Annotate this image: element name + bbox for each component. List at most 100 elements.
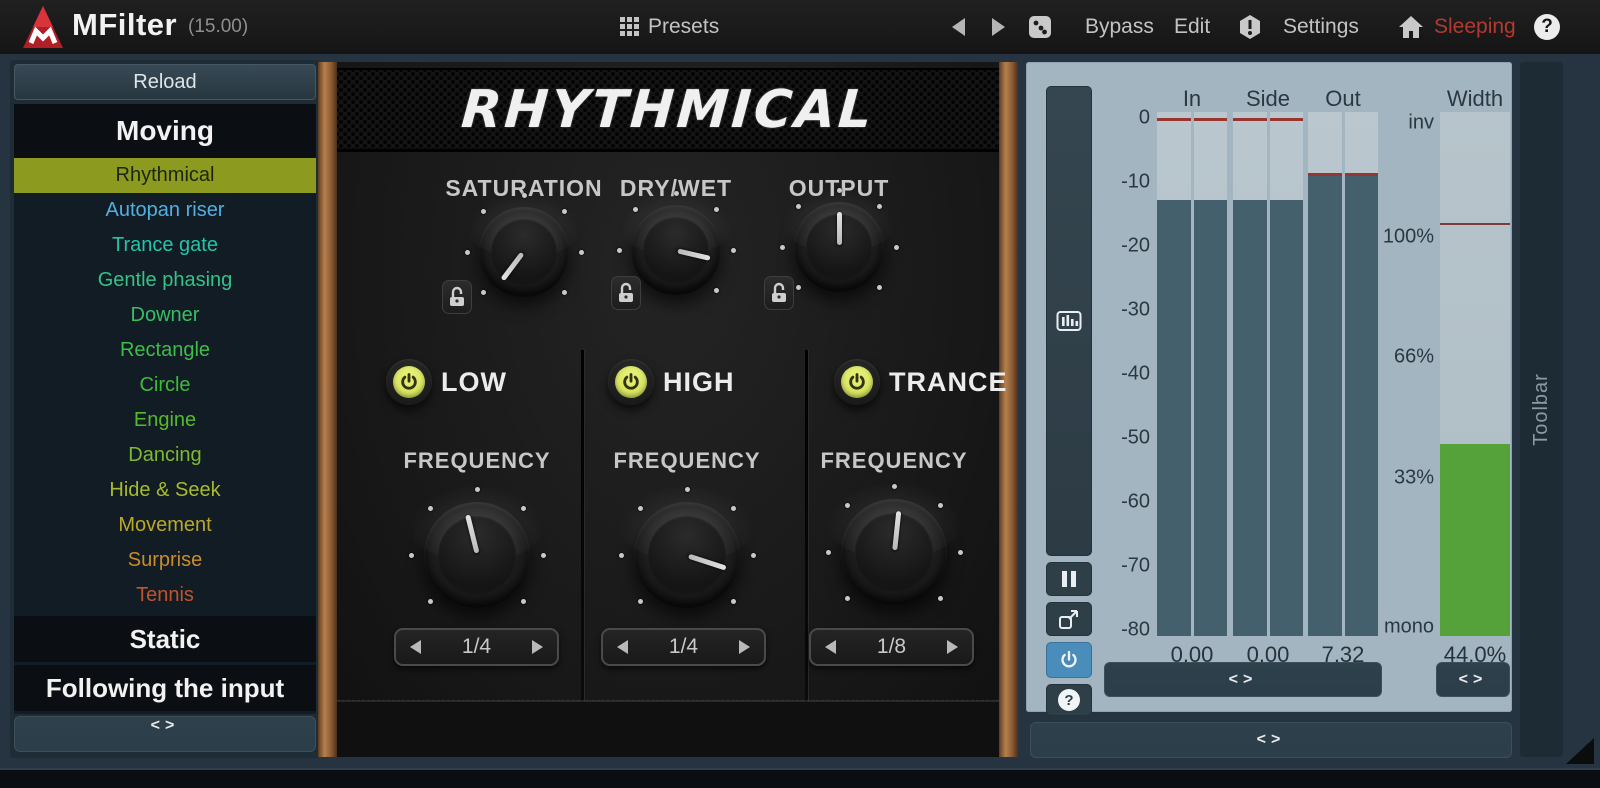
knob-tick-dot — [894, 245, 899, 250]
preset-item-gentle-phasing[interactable]: Gentle phasing — [14, 263, 316, 298]
toolbar-strip[interactable]: Toolbar — [1520, 62, 1563, 757]
device-panel: RHYTHMICAL SATURATION DRY/WET OUTPUT — [318, 62, 1018, 757]
meter-panel: ? 0-10-20-30-40-50-60-70-80 Width inv100… — [1026, 62, 1512, 712]
knob-tick-dot — [409, 553, 414, 558]
knob-pointer — [688, 553, 727, 570]
meter-value-out[interactable]: 7.32 — [1298, 642, 1388, 668]
trance-band-label: TRANCE — [889, 359, 1008, 405]
warning-icon[interactable] — [1238, 14, 1262, 40]
trance-power-button[interactable] — [834, 359, 880, 405]
db-tick-label: -60 — [1121, 490, 1150, 513]
high-rate-stepper: 1/4 — [601, 628, 766, 666]
width-tick-mono: mono — [1384, 615, 1434, 638]
saturation-lock-icon[interactable] — [442, 280, 472, 314]
low-frequency-knob[interactable] — [424, 502, 530, 608]
high-rate-next-icon[interactable] — [739, 640, 750, 654]
db-tick-label: -10 — [1121, 171, 1150, 194]
db-tick-label: -80 — [1121, 618, 1150, 641]
db-tick-label: -70 — [1121, 554, 1150, 577]
preset-item-rectangle[interactable]: Rectangle — [14, 333, 316, 368]
low-rate-stepper: 1/4 — [394, 628, 559, 666]
sidebar-scrollbar[interactable]: <> — [14, 716, 316, 752]
db-tick-label: -20 — [1121, 235, 1150, 258]
meter-group-label: Out — [1308, 86, 1378, 112]
preset-item-tennis[interactable]: Tennis — [14, 578, 316, 613]
preset-item-circle[interactable]: Circle — [14, 368, 316, 403]
meter-help-button[interactable]: ? — [1046, 684, 1092, 716]
db-tick-label: -40 — [1121, 363, 1150, 386]
reload-button[interactable]: Reload — [14, 64, 316, 100]
width-tick-33: 33% — [1394, 466, 1434, 489]
melda-logo-icon[interactable] — [22, 5, 64, 49]
sleeping-status[interactable]: Sleeping — [1434, 0, 1516, 54]
knob-pointer — [501, 252, 525, 282]
band-divider — [581, 350, 584, 702]
preset-item-movement[interactable]: Movement — [14, 508, 316, 543]
width-tick-66: 66% — [1394, 346, 1434, 369]
meter-group-label: In — [1157, 86, 1227, 112]
device-title: RHYTHMICAL — [335, 80, 1001, 140]
knob-tick-dot — [521, 599, 526, 604]
db-tick-label: 0 — [1139, 107, 1150, 130]
preset-item-rhythmical[interactable]: Rhythmical — [14, 158, 316, 193]
power-icon — [615, 366, 647, 398]
preset-item-downer[interactable]: Downer — [14, 298, 316, 333]
meter-bar — [1308, 112, 1342, 636]
presets-button[interactable]: Presets — [648, 0, 719, 54]
bottom-scrollbar[interactable]: <> — [1030, 722, 1512, 758]
knob-tick-dot — [541, 553, 546, 558]
high-frequency-knob[interactable] — [634, 502, 740, 608]
meter-bar — [1194, 112, 1228, 636]
preset-item-trance-gate[interactable]: Trance gate — [14, 228, 316, 263]
low-rate-next-icon[interactable] — [532, 640, 543, 654]
preset-category-following-the-input[interactable]: Following the input — [14, 665, 316, 711]
presets-grid-icon[interactable] — [620, 17, 640, 37]
saturation-knob[interactable] — [479, 207, 569, 297]
knob-tick-dot — [731, 506, 736, 511]
top-toolbar: MFilter (15.00) Presets Bypass Edit Sett… — [0, 0, 1600, 54]
preset-category-static[interactable]: Static — [14, 616, 316, 662]
preset-next-icon[interactable] — [992, 18, 1005, 36]
toolbar-label: Toolbar — [1530, 373, 1553, 446]
low-power-button[interactable] — [386, 359, 432, 405]
meter-scrollbar-right[interactable]: <> — [1436, 662, 1510, 697]
random-preset-dice-icon[interactable] — [1028, 15, 1052, 39]
meter-bar — [1270, 112, 1304, 636]
knob-tick-dot — [562, 209, 567, 214]
preset-prev-icon[interactable] — [952, 18, 965, 36]
app-version: (15.00) — [188, 16, 248, 38]
preset-item-dancing[interactable]: Dancing — [14, 438, 316, 473]
meter-group-in: In0.00 — [1157, 86, 1227, 670]
plugin-window: MFilter (15.00) Presets Bypass Edit Sett… — [0, 0, 1600, 788]
settings-button[interactable]: Settings — [1283, 0, 1359, 54]
preset-sidebar: Reload MovingRhythmicalAutopan riserTran… — [10, 60, 320, 758]
edit-button[interactable]: Edit — [1174, 0, 1210, 54]
meter-power-button[interactable] — [1046, 642, 1092, 678]
preset-item-surprise[interactable]: Surprise — [14, 543, 316, 578]
knob-pointer — [677, 248, 711, 260]
knob-tick-dot — [892, 484, 897, 489]
preset-category-moving[interactable]: Moving — [14, 104, 316, 158]
trance-frequency-label: FREQUENCY — [794, 448, 994, 474]
drywet-knob[interactable] — [631, 205, 721, 295]
output-lock-icon[interactable] — [764, 276, 794, 310]
trance-rate-next-icon[interactable] — [947, 640, 958, 654]
preset-item-hide-seek[interactable]: Hide & Seek — [14, 473, 316, 508]
high-power-button[interactable] — [608, 359, 654, 405]
preset-item-autopan-riser[interactable]: Autopan riser — [14, 193, 316, 228]
preset-item-engine[interactable]: Engine — [14, 403, 316, 438]
home-icon[interactable] — [1398, 15, 1424, 39]
knob-pointer — [465, 514, 479, 553]
knob-tick-dot — [958, 550, 963, 555]
knob-pointer — [837, 212, 842, 245]
bypass-button[interactable]: Bypass — [1085, 0, 1154, 54]
resize-handle[interactable] — [1566, 738, 1594, 764]
power-icon — [393, 366, 425, 398]
knob-tick-dot — [619, 553, 624, 558]
help-button[interactable]: ? — [1534, 14, 1560, 40]
width-tick-inv: inv — [1408, 112, 1434, 135]
output-knob[interactable] — [794, 202, 884, 292]
trance-frequency-knob[interactable] — [841, 499, 947, 605]
width-meter-bar — [1440, 112, 1510, 636]
app-title: MFilter — [72, 7, 177, 43]
